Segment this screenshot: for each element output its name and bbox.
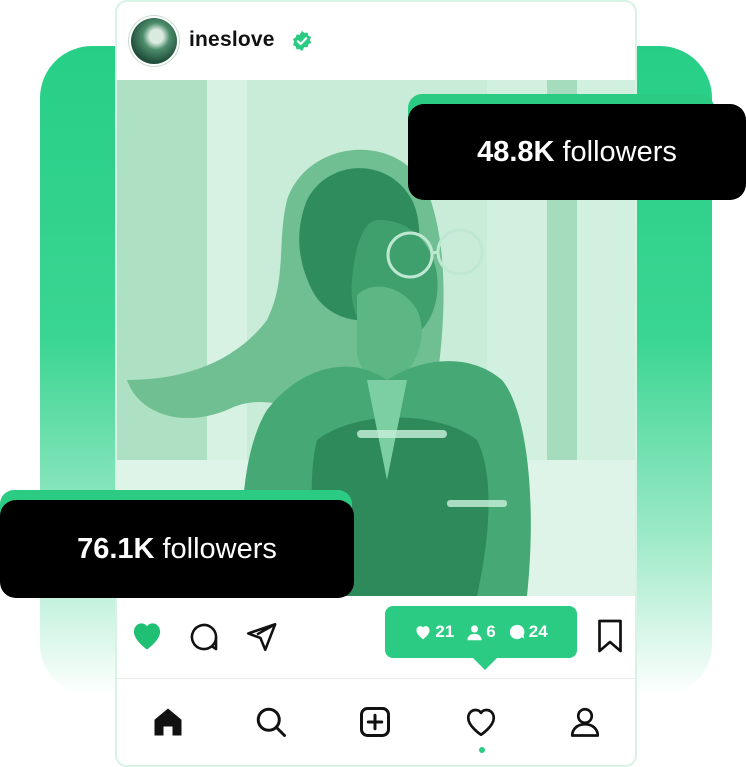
profile-icon[interactable] (567, 704, 603, 740)
home-icon[interactable] (150, 704, 186, 740)
follows-count: 6 (466, 622, 496, 642)
followers-badge-bottom: 76.1K followers (0, 500, 354, 598)
heart-icon[interactable] (129, 619, 165, 651)
user-icon (467, 624, 482, 640)
active-indicator (479, 747, 485, 753)
verified-badge-icon (292, 30, 312, 52)
follows-value: 6 (486, 622, 496, 641)
comment-icon[interactable] (187, 620, 221, 654)
share-icon[interactable] (244, 620, 278, 654)
followers-label: followers (162, 532, 277, 565)
comments-count: 24 (508, 622, 548, 642)
avatar[interactable] (131, 18, 177, 64)
followers-count: 76.1K (77, 532, 155, 565)
followers-badge-top: 48.8K followers (408, 104, 746, 200)
comment-icon (509, 624, 525, 640)
username[interactable]: ineslove (189, 28, 275, 52)
followers-label: followers (562, 135, 677, 168)
heart-icon (416, 626, 430, 640)
likes-value: 21 (435, 622, 455, 641)
divider (117, 678, 635, 679)
bookmark-icon[interactable] (595, 618, 625, 654)
search-icon[interactable] (253, 704, 289, 740)
bottom-nav (117, 680, 635, 765)
comments-value: 24 (528, 622, 548, 641)
add-icon[interactable] (357, 704, 393, 740)
activity-icon[interactable] (463, 704, 499, 740)
followers-count: 48.8K (477, 135, 555, 168)
likes-count: 21 (414, 622, 454, 642)
activity-notification[interactable]: 21 6 24 (385, 606, 577, 670)
post-header: ineslove (117, 2, 635, 78)
